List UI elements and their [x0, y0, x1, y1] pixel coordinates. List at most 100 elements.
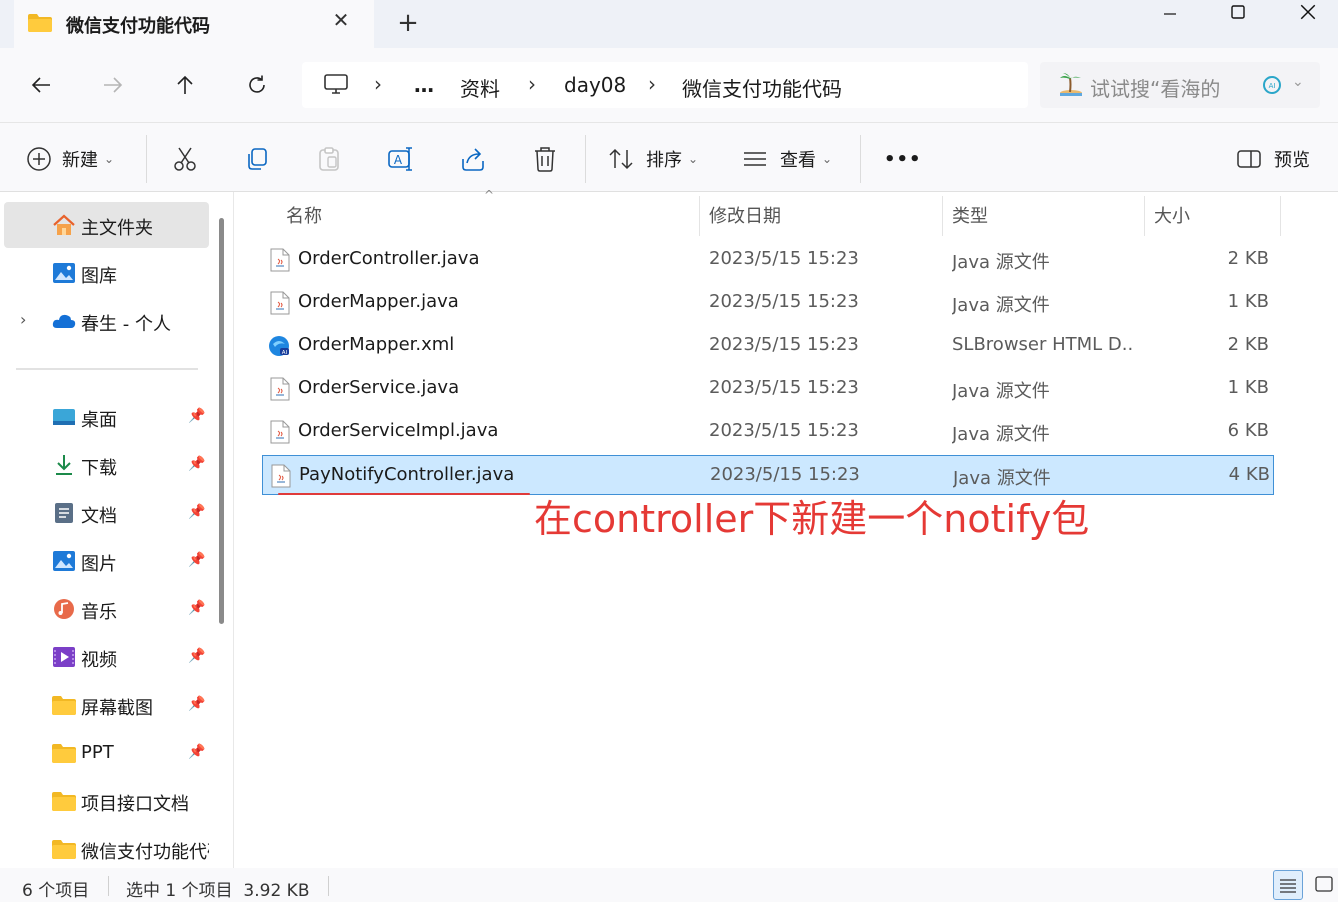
chevron-down-icon[interactable]: ⌄: [1292, 74, 1304, 90]
download-icon: [56, 455, 72, 475]
new-tab-button[interactable]: +: [394, 8, 422, 38]
view-label: 查看: [780, 150, 816, 171]
file-size: 1 KB: [1227, 377, 1269, 398]
breadcrumb-overflow[interactable]: …: [414, 73, 434, 97]
desktop-icon: [53, 409, 75, 425]
file-type: SLBrowser HTML D...: [952, 334, 1132, 355]
minimize-button[interactable]: [1148, 0, 1192, 26]
sort-ascending-icon: ^: [484, 188, 495, 202]
sidebar-item-videos[interactable]: 视频 📌: [4, 634, 209, 680]
file-date: 2023/5/15 15:23: [709, 248, 859, 269]
ai-search-icon: AI: [1263, 76, 1281, 94]
file-name: OrderMapper.xml: [298, 334, 455, 355]
status-bar: 6 个项目 选中 1 个项目 3.92 KB: [0, 868, 1338, 902]
column-header-size[interactable]: 大小: [1154, 202, 1190, 228]
sort-button[interactable]: 排序 ⌄: [608, 145, 698, 173]
minimize-icon: [1164, 13, 1176, 15]
more-options-button[interactable]: •••: [884, 145, 922, 173]
sidebar-scrollbar[interactable]: [219, 218, 224, 624]
address-bar[interactable]: › … 资料 › day08 › 微信支付功能代码: [302, 62, 1028, 108]
sidebar-item-wechat-pay[interactable]: 微信支付功能代码: [4, 826, 209, 872]
share-icon[interactable]: [459, 145, 487, 173]
details-view-icon: [1280, 879, 1296, 893]
tiles-view-button[interactable]: [1310, 870, 1338, 900]
column-header-type[interactable]: 类型: [952, 202, 988, 228]
pin-icon[interactable]: 📌: [188, 552, 205, 568]
table-row[interactable]: OrderMapper.java 2023/5/15 15:23 Java 源文…: [262, 283, 1274, 323]
pin-icon[interactable]: 📌: [188, 744, 205, 760]
java-file-icon: [271, 464, 291, 488]
preview-pane-button[interactable]: 预览: [1236, 145, 1310, 173]
details-view-button[interactable]: [1273, 870, 1303, 900]
island-icon: [1060, 73, 1082, 96]
pin-icon[interactable]: 📌: [188, 696, 205, 712]
search-placeholder: 试试搜“看海的: [1090, 77, 1221, 101]
back-button[interactable]: [24, 68, 58, 102]
tab-close-icon[interactable]: ✕: [330, 8, 352, 34]
selection-info: 选中 1 个项目 3.92 KB: [126, 881, 310, 901]
sidebar-item-documents[interactable]: 文档 📌: [4, 490, 209, 536]
column-header-name[interactable]: 名称: [286, 202, 322, 228]
pictures-icon: [53, 551, 75, 571]
sidebar-item-api-docs[interactable]: 项目接口文档: [4, 778, 209, 824]
tab-current-folder[interactable]: 微信支付功能代码 ✕: [14, 0, 374, 48]
pin-icon[interactable]: 📌: [188, 648, 205, 664]
cut-icon[interactable]: [171, 145, 199, 173]
search-box[interactable]: 试试搜“看海的 AI ⌄: [1040, 62, 1320, 108]
refresh-button[interactable]: [240, 68, 274, 102]
pin-icon[interactable]: 📌: [188, 600, 205, 616]
sidebar-item-ppt[interactable]: PPT 📌: [4, 730, 209, 776]
table-row[interactable]: OrderServiceImpl.java 2023/5/15 15:23 Ja…: [262, 412, 1274, 452]
file-size: 2 KB: [1227, 334, 1269, 355]
file-date: 2023/5/15 15:23: [709, 334, 859, 355]
sidebar-item-label: 图库: [81, 266, 117, 287]
up-button[interactable]: [168, 68, 202, 102]
sidebar-item-downloads[interactable]: 下载 📌: [4, 442, 209, 488]
sidebar-item-home[interactable]: 主文件夹: [4, 202, 209, 248]
column-divider[interactable]: [699, 196, 700, 236]
pin-icon[interactable]: 📌: [188, 408, 205, 424]
chevron-right-icon[interactable]: ›: [20, 310, 26, 329]
preview-label: 预览: [1274, 150, 1310, 171]
maximize-button[interactable]: [1216, 0, 1260, 26]
table-row[interactable]: OrderService.java 2023/5/15 15:23 Java 源…: [262, 369, 1274, 409]
breadcrumb-day08[interactable]: day08: [564, 73, 626, 97]
sidebar-item-desktop[interactable]: 桌面 📌: [4, 394, 209, 440]
table-row[interactable]: AI OrderMapper.xml 2023/5/15 15:23 SLBro…: [262, 326, 1274, 366]
column-divider[interactable]: [942, 196, 943, 236]
table-row[interactable]: OrderController.java 2023/5/15 15:23 Jav…: [262, 240, 1274, 280]
sidebar-divider: [16, 368, 198, 370]
folder-icon: [52, 744, 76, 763]
paste-icon[interactable]: [315, 145, 343, 173]
breadcrumb-current[interactable]: 微信支付功能代码: [682, 73, 842, 102]
view-button[interactable]: 查看 ⌄: [742, 145, 832, 173]
breadcrumb-ziliao[interactable]: 资料: [460, 73, 500, 102]
folder-icon: [52, 840, 76, 859]
file-type: Java 源文件: [953, 468, 1051, 489]
column-header-date[interactable]: 修改日期: [709, 202, 781, 228]
delete-icon[interactable]: [531, 145, 559, 173]
column-divider[interactable]: [1144, 196, 1145, 236]
file-type: Java 源文件: [952, 381, 1050, 402]
new-button[interactable]: 新建 ⌄: [26, 145, 114, 173]
column-divider[interactable]: [1280, 196, 1281, 236]
sidebar-item-onedrive[interactable]: › 春生 - 个人: [4, 298, 209, 344]
slbrowser-ai-icon: AI: [269, 336, 289, 356]
sidebar-item-gallery[interactable]: 图库: [4, 250, 209, 296]
new-label: 新建: [62, 150, 98, 171]
pin-icon[interactable]: 📌: [188, 504, 205, 520]
file-date: 2023/5/15 15:23: [710, 464, 860, 485]
sidebar-item-label: 项目接口文档: [81, 794, 189, 815]
title-bar: 微信支付功能代码 ✕ +: [0, 0, 1338, 54]
copy-icon[interactable]: [243, 145, 271, 173]
pin-icon[interactable]: 📌: [188, 456, 205, 472]
sidebar-item-screenshots[interactable]: 屏幕截图 📌: [4, 682, 209, 728]
svg-text:AI: AI: [1269, 82, 1276, 90]
chevron-right-icon: ›: [648, 72, 656, 96]
file-date: 2023/5/15 15:23: [709, 291, 859, 312]
sidebar-item-music[interactable]: 音乐 📌: [4, 586, 209, 632]
rename-icon[interactable]: A: [387, 145, 415, 173]
sidebar-item-pictures[interactable]: 图片 📌: [4, 538, 209, 584]
close-window-button[interactable]: [1286, 0, 1330, 26]
forward-button[interactable]: [96, 68, 130, 102]
